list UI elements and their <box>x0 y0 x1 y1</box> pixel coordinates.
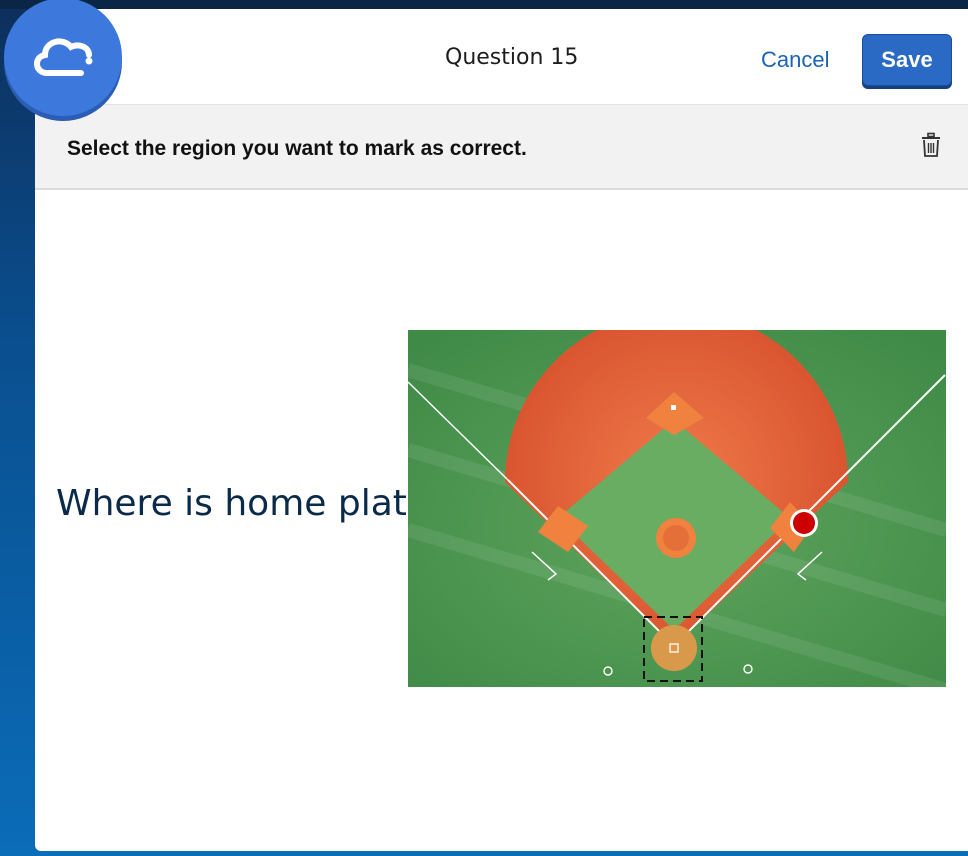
page-title: Question 15 <box>445 45 579 70</box>
trash-icon[interactable] <box>920 132 942 158</box>
editor-header: Question 15 Cancel Save <box>35 9 968 104</box>
instruction-bar: Select the region you want to mark as co… <box>35 104 968 190</box>
save-button[interactable]: Save <box>862 34 952 86</box>
baseball-field-image[interactable] <box>408 330 946 687</box>
cancel-button[interactable]: Cancel <box>761 47 829 73</box>
top-strip <box>0 0 968 9</box>
baseball-field-graphic[interactable] <box>408 330 946 687</box>
question-editor-panel: Question 15 Cancel Save Select the regio… <box>35 9 968 851</box>
red-dot-marker-icon[interactable] <box>793 512 815 534</box>
question-text: Where is home plate? <box>56 483 449 524</box>
instruction-text: Select the region you want to mark as co… <box>67 137 527 160</box>
app-logo-button[interactable] <box>4 0 122 116</box>
cloud-icon <box>34 38 93 76</box>
